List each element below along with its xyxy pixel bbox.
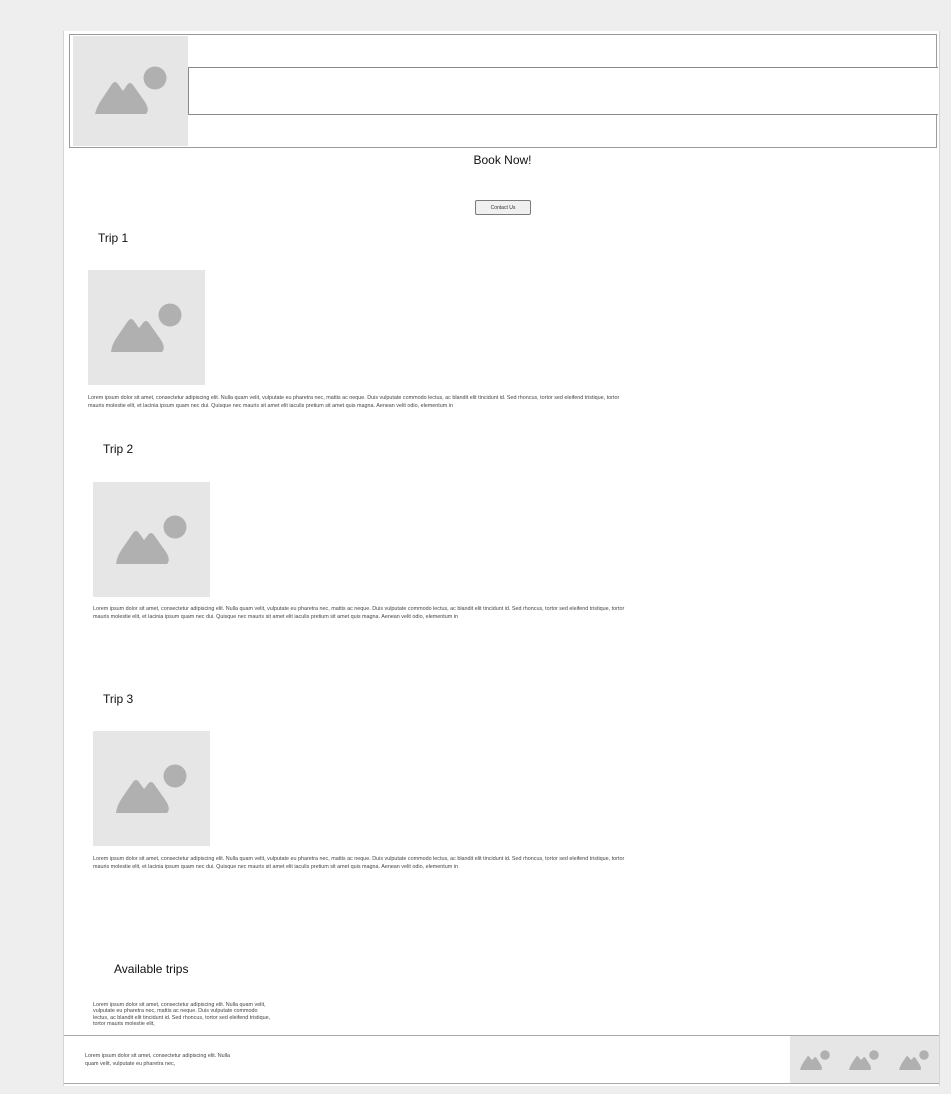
- footer-text: Lorem ipsum dolor sit amet, consectetur …: [85, 1053, 231, 1068]
- trip-2-description: Lorem ipsum dolor sit amet, consectetur …: [93, 606, 625, 621]
- image-placeholder-icon: [899, 1050, 929, 1070]
- trip-3-image-placeholder-icon: [93, 731, 210, 846]
- image-placeholder-icon: [116, 515, 187, 564]
- image-placeholder-icon: [95, 66, 167, 114]
- footer-gallery: [790, 1036, 939, 1083]
- site-footer: Lorem ipsum dolor sit amet, consectetur …: [64, 1035, 939, 1084]
- available-trips-description: Lorem ipsum dolor sit amet, consectetur …: [93, 1002, 271, 1028]
- trip-3-description: Lorem ipsum dolor sit amet, consectetur …: [93, 856, 625, 871]
- footer-thumb-1-image-placeholder-icon: [790, 1036, 840, 1083]
- image-placeholder-icon: [116, 764, 187, 813]
- image-placeholder-icon: [800, 1050, 830, 1070]
- header-nav-bar[interactable]: [188, 67, 938, 115]
- trip-1-title: Trip 1: [98, 231, 129, 245]
- trip-2-image-placeholder-icon: [93, 482, 210, 597]
- logo-image-placeholder-icon: [73, 36, 188, 146]
- site-header: [69, 34, 938, 148]
- footer-thumb-3-image-placeholder-icon: [890, 1036, 939, 1083]
- trip-3-title: Trip 3: [103, 692, 134, 706]
- image-placeholder-icon: [849, 1050, 879, 1070]
- book-now-heading: Book Now!: [473, 153, 532, 167]
- contact-us-button[interactable]: Contact Us: [475, 200, 531, 215]
- trip-2-title: Trip 2: [103, 442, 134, 456]
- footer-thumb-2-image-placeholder-icon: [840, 1036, 890, 1083]
- page-canvas: Book Now! Contact Us Trip 1 Lorem ipsum …: [63, 31, 940, 1086]
- available-trips-title: Available trips: [114, 962, 189, 976]
- image-placeholder-icon: [111, 303, 182, 352]
- trip-1-description: Lorem ipsum dolor sit amet, consectetur …: [88, 395, 620, 410]
- trip-1-image-placeholder-icon: [88, 270, 205, 385]
